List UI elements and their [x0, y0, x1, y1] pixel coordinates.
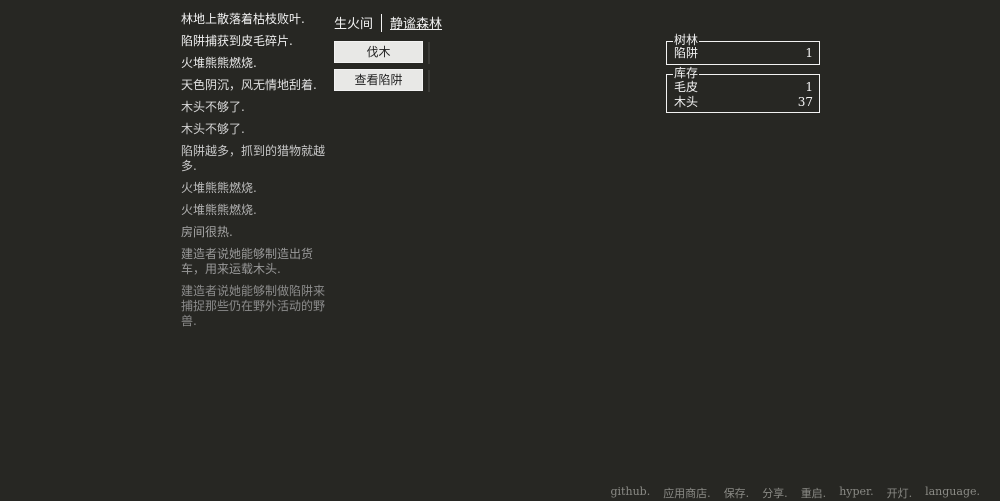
store-row-value: 1 — [805, 46, 813, 60]
notification-entry: 火堆熊熊燃烧. — [181, 56, 257, 70]
notification-entry: 火堆熊熊燃烧. — [181, 181, 257, 195]
location-header: 生火间 静谧森林 — [334, 13, 442, 32]
store-row-traps: 陷阱 1 — [667, 46, 819, 61]
store-row-value: 37 — [797, 95, 813, 109]
inventory-store-panel: 库存 毛皮 1 木头 37 — [666, 67, 820, 113]
footer-link-save[interactable]: 保存. — [724, 485, 750, 501]
game-page: 林地上散落着枯枝败叶. 陷阱捕获到皮毛碎片. 火堆熊熊燃烧. 天色阴沉，风无情地刮着.… — [0, 0, 1000, 501]
check-traps-button[interactable]: 查看陷阱 — [334, 69, 430, 92]
notification-entry: 陷阱捕获到皮毛碎片. — [181, 34, 293, 48]
trees-store-legend: 树林 — [673, 33, 700, 47]
footer-links: github. 应用商店. 保存. 分享. 重启. hyper. 开灯. lan… — [598, 485, 981, 501]
notification-entry: 木头不够了. — [181, 122, 245, 136]
notification-log: 林地上散落着枯枝败叶. 陷阱捕获到皮毛碎片. 火堆熊熊燃烧. 天色阴沉，风无情地刮着.… — [181, 12, 326, 336]
footer-link-lights[interactable]: 开灯. — [887, 485, 913, 501]
footer-link-hyper[interactable]: hyper. — [839, 485, 873, 501]
footer-link-app-store[interactable]: 应用商店. — [663, 485, 711, 501]
store-row-value: 1 — [805, 80, 813, 94]
header-divider — [381, 13, 383, 32]
store-row-name: 毛皮 — [674, 80, 699, 94]
footer-link-github[interactable]: github. — [611, 485, 651, 501]
tab-forest[interactable]: 静谧森林 — [390, 13, 442, 32]
store-row-wood: 木头 37 — [667, 95, 819, 110]
notification-entry: 天色阴沉，风无情地刮着. — [181, 78, 317, 92]
notification-entry: 建造者说她能够制造出货车，用来运载木头. — [181, 247, 314, 276]
store-row-name: 陷阱 — [674, 46, 699, 60]
store-row-fur: 毛皮 1 — [667, 80, 819, 95]
notification-entry: 建造者说她能够制做陷阱来捕捉那些仍在野外活动的野兽. — [181, 284, 326, 328]
footer-link-restart[interactable]: 重启. — [801, 485, 827, 501]
inventory-store-legend: 库存 — [673, 66, 700, 80]
notification-entry: 陷阱越多，抓到的猎物就越多. — [181, 144, 326, 173]
footer-link-share[interactable]: 分享. — [762, 485, 788, 501]
trees-store-panel: 树林 陷阱 1 — [666, 34, 820, 65]
notification-entry: 木头不够了. — [181, 100, 245, 114]
footer-link-language[interactable]: language. — [925, 485, 980, 501]
tab-room[interactable]: 生火间 — [334, 13, 373, 32]
notification-entry: 房间很热. — [181, 225, 233, 239]
action-buttons: 伐木 查看陷阱 — [334, 41, 430, 97]
notification-entry: 火堆熊熊燃烧. — [181, 203, 257, 217]
gather-wood-button[interactable]: 伐木 — [334, 41, 430, 64]
notification-entry: 林地上散落着枯枝败叶. — [181, 12, 305, 26]
store-row-name: 木头 — [674, 95, 699, 109]
